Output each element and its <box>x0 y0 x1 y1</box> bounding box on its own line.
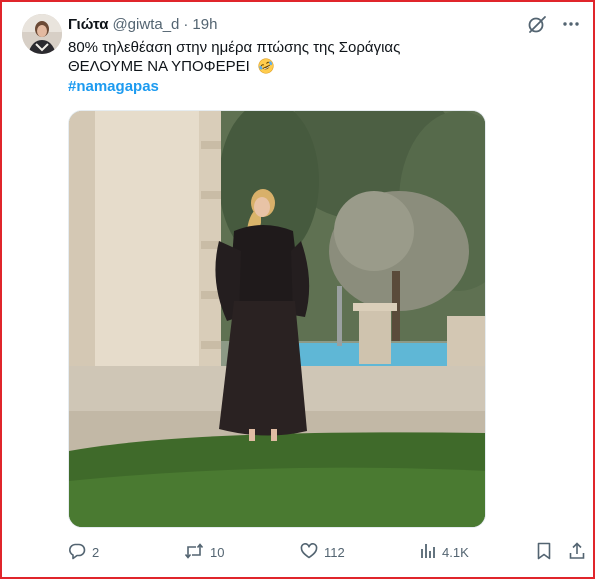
screenshot-frame <box>0 0 595 579</box>
